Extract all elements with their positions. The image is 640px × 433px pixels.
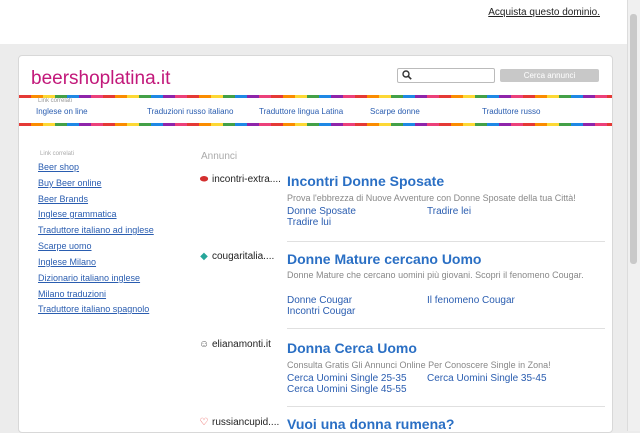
ad-title[interactable]: Donna Cerca Uomo xyxy=(287,340,417,356)
ads-label: Annunci xyxy=(201,151,238,162)
search-input[interactable] xyxy=(397,68,495,83)
ad-description: Prova l'ebbrezza di Nuove Avventure con … xyxy=(287,193,576,203)
sidebar-link[interactable]: Traduttore italiano spagnolo xyxy=(38,304,149,314)
sidebar-link[interactable]: Inglese grammatica xyxy=(38,209,117,219)
ad-source-text: russiancupid.... xyxy=(212,417,280,428)
search-button[interactable]: Cerca annunci xyxy=(500,69,599,82)
lips-icon: ⬬ xyxy=(199,174,209,185)
ad-source-text: elianamonti.it xyxy=(212,339,271,350)
ad-source-text: cougaritalia.... xyxy=(212,251,275,262)
ad-separator xyxy=(287,328,605,329)
sidebar-link[interactable]: Traduttore italiano ad inglese xyxy=(38,225,154,235)
scrollbar[interactable] xyxy=(627,0,640,431)
sidebar-link[interactable]: Buy Beer online xyxy=(38,178,102,188)
ad-title[interactable]: Donne Mature cercano Uomo xyxy=(287,251,481,267)
top-link[interactable]: Traduzioni russo italiano xyxy=(147,107,233,116)
sidebar-link[interactable]: Beer shop xyxy=(38,162,79,172)
rainbow-stripe-bottom xyxy=(19,123,612,126)
sidebar-link[interactable]: Inglese Milano xyxy=(38,257,96,267)
sidebar-link[interactable]: Scarpe uomo xyxy=(38,241,92,251)
ad-description: Donne Mature che cercano uomini più giov… xyxy=(287,270,584,280)
search-icon xyxy=(402,70,412,80)
heart-icon: ♡ xyxy=(199,417,209,428)
ad-link[interactable]: Donne Sposate xyxy=(287,206,356,217)
ad-link[interactable]: Donne Cougar xyxy=(287,295,352,306)
top-link[interactable]: Scarpe donne xyxy=(370,107,420,116)
ad-link[interactable]: Il fenomeno Cougar xyxy=(427,295,515,306)
sidebar-label: Link correlati xyxy=(40,151,75,157)
top-links-label: Link correlati xyxy=(38,98,73,104)
site-logo[interactable]: beershoplatina.it xyxy=(31,68,170,90)
people-icon: ☺ xyxy=(199,339,210,350)
top-link[interactable]: Traduttore lingua Latina xyxy=(259,107,343,116)
buy-domain-link[interactable]: Acquista questo dominio. xyxy=(488,7,600,18)
ad-link[interactable]: Cerca Uomini Single 35-45 xyxy=(427,373,547,384)
top-link[interactable]: Traduttore russo xyxy=(482,107,540,116)
diamond-icon: ◆ xyxy=(200,251,208,262)
sidebar-link[interactable]: Dizionario italiano inglese xyxy=(38,273,140,283)
ad-source-text: incontri-extra.... xyxy=(212,174,281,185)
ad-description: Consulta Gratis Gli Annunci Online Per C… xyxy=(287,360,551,370)
page-card: beershoplatina.it Cerca annunci Link cor… xyxy=(18,55,613,433)
ad-link[interactable]: Cerca Uomini Single 45-55 xyxy=(287,384,407,395)
sidebar-link[interactable]: Milano traduzioni xyxy=(38,289,106,299)
ad-link[interactable]: Tradire lui xyxy=(287,217,331,228)
ad-title[interactable]: Vuoi una donna rumena? xyxy=(287,416,455,432)
ad-link[interactable]: Cerca Uomini Single 25-35 xyxy=(287,373,407,384)
ad-link[interactable]: Incontri Cougar xyxy=(287,306,355,317)
ad-source[interactable]: ♡ russiancupid.... xyxy=(199,417,280,428)
scrollbar-thumb[interactable] xyxy=(630,14,637,264)
ad-source[interactable]: ☺ elianamonti.it xyxy=(199,339,271,350)
ad-source[interactable]: ◆ cougaritalia.... xyxy=(199,251,274,262)
ad-source[interactable]: ⬬ incontri-extra.... xyxy=(199,174,281,185)
top-link[interactable]: Inglese on line xyxy=(36,107,88,116)
top-bar: Acquista questo dominio. xyxy=(0,0,628,44)
rainbow-stripe-top xyxy=(19,95,612,98)
ad-title[interactable]: Incontri Donne Sposate xyxy=(287,173,444,189)
ad-separator xyxy=(287,241,605,242)
ad-link[interactable]: Tradire lei xyxy=(427,206,471,217)
sidebar-link[interactable]: Beer Brands xyxy=(38,194,88,204)
ad-separator xyxy=(287,406,605,407)
